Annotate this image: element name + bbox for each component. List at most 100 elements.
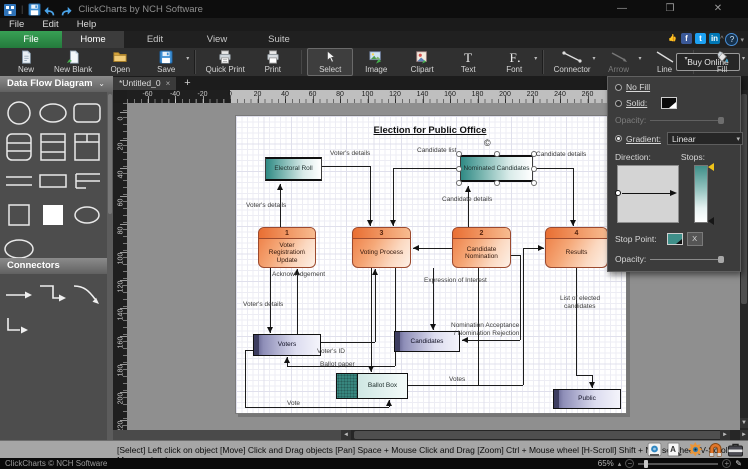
shape-divided-rounded-rectangle[interactable]: [5, 132, 33, 162]
diagram-node-ballot-box[interactable]: Ballot Box: [336, 373, 408, 399]
scroll-right-corner-icon[interactable]: ►: [740, 430, 748, 440]
stop-marker-selected[interactable]: [708, 163, 714, 171]
stop-marker-end[interactable]: [708, 217, 714, 225]
toolbar-button-quick-print[interactable]: Quick Print: [201, 48, 250, 76]
solid-fill-label[interactable]: Solid:: [626, 98, 647, 108]
delete-stop-button[interactable]: X: [687, 232, 703, 246]
shape-filled-square[interactable]: [40, 202, 66, 228]
ribbon-tab-suite[interactable]: Suite: [248, 31, 310, 48]
connector-curved-arrow[interactable]: [72, 282, 102, 308]
text-app-icon[interactable]: A: [667, 442, 684, 458]
shape-banded-rectangle[interactable]: [39, 132, 67, 162]
solid-fill-radio[interactable]: [615, 100, 622, 107]
toolbar-button-arrow[interactable]: Arrow▾: [596, 48, 642, 76]
diagram-node-voters[interactable]: Voters: [253, 334, 321, 356]
facebook-icon[interactable]: f: [681, 33, 692, 44]
diagram-node-candidates[interactable]: Candidates: [394, 331, 460, 352]
connector-straight-arrow[interactable]: [4, 284, 34, 306]
dropdown-caret-icon[interactable]: ▾: [534, 55, 537, 62]
maximize-button[interactable]: ❒: [660, 0, 680, 18]
toolbar-button-save[interactable]: Save▾: [143, 48, 189, 76]
close-button[interactable]: ✕: [708, 0, 728, 18]
undo-icon[interactable]: [44, 3, 56, 15]
ribbon-tab-view[interactable]: View: [186, 31, 248, 48]
like-icon[interactable]: 👍: [667, 33, 678, 44]
no-fill-radio[interactable]: [615, 84, 622, 91]
direction-start-handle[interactable]: [615, 190, 621, 196]
shape-small-ellipse[interactable]: [72, 203, 102, 227]
diagram-node-public[interactable]: Public: [553, 389, 621, 409]
shape-rounded-rectangle[interactable]: [72, 101, 102, 125]
shape-parallel-lines[interactable]: [4, 171, 34, 191]
gradient-fill-label[interactable]: Gradient:: [626, 134, 661, 144]
selection-handle[interactable]: [531, 180, 537, 186]
gradient-stops-bar[interactable]: [694, 165, 708, 223]
zoom-level[interactable]: 65%: [598, 459, 614, 468]
zoom-caret-icon[interactable]: ▴: [618, 460, 622, 468]
dropdown-caret-icon[interactable]: ▾: [186, 55, 189, 62]
toolbar-button-fill[interactable]: Fill▾: [699, 48, 745, 76]
diagram-node-voting-process[interactable]: 3Voting Process: [352, 227, 411, 268]
connector-elbow-arrow[interactable]: [38, 282, 68, 308]
magnet-app-icon[interactable]: [707, 442, 724, 458]
selection-handle[interactable]: [494, 180, 500, 186]
minimize-button[interactable]: —: [612, 0, 632, 18]
toolbar-button-line[interactable]: Line▾: [642, 48, 688, 76]
menu-edit[interactable]: Edit: [33, 19, 67, 30]
briefcase-app-icon[interactable]: [727, 442, 744, 458]
ribbon-tab-home[interactable]: Home: [62, 31, 124, 48]
stop-opacity-slider[interactable]: [650, 259, 722, 260]
scroll-down-icon[interactable]: ▼: [740, 418, 748, 428]
tab-close-icon[interactable]: ×: [166, 77, 171, 90]
selection-handle[interactable]: [494, 151, 500, 157]
stop-color-swatch[interactable]: [667, 233, 683, 245]
eye-app-icon[interactable]: [687, 442, 704, 458]
diagram-node-candidate-nomination[interactable]: 2CandidateNomination: [452, 227, 511, 268]
zoom-slider[interactable]: [638, 463, 718, 465]
scroll-right-icon[interactable]: ►: [720, 430, 730, 440]
no-fill-label[interactable]: No Fill: [626, 82, 650, 92]
diagram-node-electoral-roll[interactable]: Electoral Roll: [265, 157, 322, 181]
scroll-left-icon[interactable]: ◄: [341, 430, 351, 440]
collapse-caret-icon[interactable]: ^: [720, 36, 723, 43]
dropdown-caret-icon[interactable]: ▾: [685, 55, 688, 62]
new-tab-button[interactable]: +: [176, 77, 198, 90]
horizontal-scrollbar[interactable]: ◄ ►: [341, 430, 740, 440]
document-tab[interactable]: *Untitled_0 ×: [113, 77, 176, 90]
help-icon[interactable]: ?: [725, 33, 738, 46]
save-icon[interactable]: [28, 3, 40, 15]
shape-square[interactable]: [6, 202, 32, 228]
gradient-fill-radio[interactable]: [615, 135, 622, 142]
app-logo-icon[interactable]: [4, 3, 16, 15]
edit-pencil-icon[interactable]: ✎: [735, 459, 742, 468]
dropdown-caret-icon[interactable]: ▾: [742, 55, 745, 62]
diagram-node-nominated-candidates[interactable]: Nominated Candidates: [460, 155, 533, 182]
toolbar-button-select[interactable]: Select: [307, 48, 353, 76]
toolbar-button-new[interactable]: New: [3, 48, 49, 76]
redo-icon[interactable]: [60, 3, 72, 15]
gradient-direction-box[interactable]: [617, 165, 679, 223]
ribbon-tab-file[interactable]: File: [0, 31, 62, 48]
selection-handle[interactable]: [456, 180, 462, 186]
shape-circle[interactable]: [6, 100, 32, 126]
diagram-node-results[interactable]: 4Results: [545, 227, 608, 268]
photo-app-icon[interactable]: [647, 442, 664, 458]
help-dropdown-icon[interactable]: ▾: [740, 36, 744, 44]
shape-ellipse[interactable]: [38, 101, 68, 125]
selection-handle[interactable]: [456, 151, 462, 157]
menu-help[interactable]: Help: [68, 19, 106, 30]
shape-rectangle[interactable]: [38, 171, 68, 191]
shape-header-split-rectangle[interactable]: [73, 132, 101, 162]
selection-handle[interactable]: [456, 166, 462, 172]
zoom-in-button[interactable]: +: [722, 459, 731, 468]
menu-file[interactable]: File: [0, 19, 33, 30]
zoom-out-button[interactable]: −: [625, 459, 634, 468]
connector-elbow-arrow-2[interactable]: [4, 316, 34, 342]
toolbar-button-font[interactable]: FFont▾: [491, 48, 537, 76]
connectors-header[interactable]: Connectors: [0, 258, 113, 274]
toolbar-button-clipart[interactable]: Clipart: [399, 48, 445, 76]
toolbar-button-open[interactable]: Open: [97, 48, 143, 76]
gradient-type-select[interactable]: Linear▾: [667, 132, 743, 145]
toolbar-button-print[interactable]: Print: [250, 48, 296, 76]
ribbon-tab-edit[interactable]: Edit: [124, 31, 186, 48]
